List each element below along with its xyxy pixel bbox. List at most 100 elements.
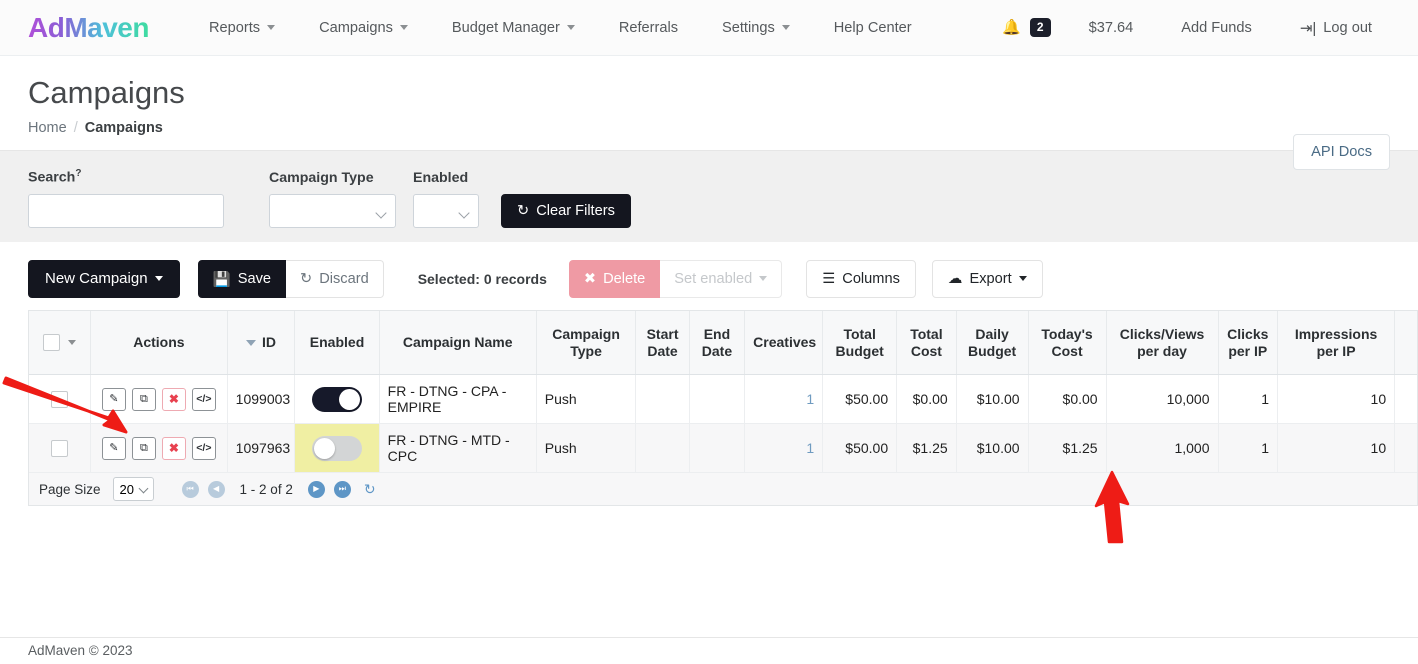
admaven-logo[interactable]: AdMaven [28, 12, 149, 44]
code-row-button[interactable]: </> [192, 388, 216, 411]
search-input[interactable] [28, 194, 224, 228]
first-page-button[interactable]: ⏮ [182, 481, 199, 498]
last-page-button[interactable]: ⏭ [334, 481, 351, 498]
chevron-down-icon[interactable] [68, 340, 76, 345]
header-enabled[interactable]: Enabled [295, 311, 379, 375]
export-button[interactable]: ☁ Export [932, 260, 1043, 298]
add-funds-button[interactable]: Add Funds [1157, 12, 1276, 44]
nav-item-budget-manager-label: Budget Manager [452, 20, 560, 36]
table-row[interactable]: ✎ ⧉ ✖ </> [29, 424, 1418, 473]
prev-page-button[interactable]: ◀ [208, 481, 225, 498]
nav-item-campaigns[interactable]: Campaigns [297, 12, 430, 44]
navbar-right: 🔔 2 $37.64 Add Funds ⇥| Log out [988, 11, 1396, 45]
next-page-button[interactable]: ▶ [308, 481, 325, 498]
nav-item-referrals[interactable]: Referrals [597, 12, 700, 44]
code-icon: </> [196, 443, 211, 454]
breadcrumb-separator: / [74, 120, 78, 136]
edit-row-button[interactable]: ✎ [102, 437, 126, 460]
new-campaign-button[interactable]: New Campaign [28, 260, 180, 298]
header-id-label: ID [262, 334, 276, 350]
nav-item-campaigns-label: Campaigns [319, 20, 393, 36]
prev-page-icon: ◀ [213, 485, 219, 493]
nav-item-help-center[interactable]: Help Center [812, 12, 934, 44]
set-enabled-button[interactable]: Set enabled [660, 260, 782, 298]
campaigns-grid: Actions ID Enabled Campaign Name Campaig… [28, 310, 1418, 474]
delete-row-button[interactable]: ✖ [162, 437, 186, 460]
creatives-link[interactable]: 1 [806, 391, 814, 407]
cell-start-date [636, 375, 689, 424]
header-total-budget[interactable]: Total Budget [823, 311, 897, 375]
save-discard-group: 💾 Save ↻ Discard [198, 260, 384, 298]
duplicate-row-button[interactable]: ⧉ [132, 388, 156, 411]
enabled-field-group: Enabled [413, 170, 479, 228]
page-size-select[interactable]: 20 [113, 477, 154, 501]
save-button[interactable]: 💾 Save [198, 260, 286, 298]
notifications-button[interactable]: 🔔 2 [988, 18, 1064, 37]
enabled-select[interactable] [413, 194, 479, 228]
grid-pager: Page Size 20 ⏮ ◀ 1 - 2 of 2 ▶ ⏭ ↻ [28, 473, 1418, 506]
campaign-type-select[interactable] [269, 194, 396, 228]
api-docs-button[interactable]: API Docs [1293, 134, 1390, 170]
nav-item-reports[interactable]: Reports [187, 12, 297, 44]
cell-total-budget: $50.00 [823, 375, 897, 424]
header-end-date[interactable]: End Date [689, 311, 744, 375]
header-total-cost[interactable]: Total Cost [897, 311, 957, 375]
cell-id: 1099003 [227, 375, 295, 424]
chevron-down-icon [567, 25, 575, 30]
header-todays-cost[interactable]: Today's Cost [1028, 311, 1106, 375]
header-creatives[interactable]: Creatives [745, 311, 823, 375]
row-select-checkbox[interactable] [51, 391, 68, 408]
header-clicks-views-per-day[interactable]: Clicks/Views per day [1106, 311, 1218, 375]
logout-button[interactable]: ⇥| Log out [1276, 11, 1396, 45]
header-impressions-per-ip[interactable]: Impressions per IP [1278, 311, 1395, 375]
nav-item-referrals-label: Referrals [619, 20, 678, 36]
page-size-label: Page Size [39, 482, 101, 497]
last-page-icon: ⏭ [339, 485, 346, 493]
columns-button[interactable]: ☰ Columns [806, 260, 916, 298]
save-label: Save [238, 271, 271, 287]
discard-button[interactable]: ↻ Discard [286, 260, 384, 298]
cell-creatives: 1 [745, 424, 823, 473]
refresh-grid-button[interactable]: ↻ [364, 482, 376, 496]
list-icon: ☰ [822, 270, 835, 287]
delete-row-button[interactable]: ✖ [162, 388, 186, 411]
header-campaign-type[interactable]: Campaign Type [536, 311, 636, 375]
cell-todays-cost: $0.00 [1028, 375, 1106, 424]
clear-filters-button[interactable]: ↻ Clear Filters [501, 194, 631, 228]
duplicate-row-button[interactable]: ⧉ [132, 437, 156, 460]
cell-daily-budget: $10.00 [956, 424, 1028, 473]
enabled-toggle[interactable] [312, 436, 362, 461]
chevron-down-icon [782, 25, 790, 30]
cell-campaign-type: Push [536, 424, 636, 473]
row-select-checkbox[interactable] [51, 440, 68, 457]
enabled-toggle[interactable] [312, 387, 362, 412]
page-title: Campaigns [28, 76, 1390, 110]
logout-label: Log out [1323, 20, 1372, 36]
cell-enabled [295, 375, 379, 424]
columns-label: Columns [842, 271, 900, 287]
delete-button[interactable]: ✖ Delete [569, 260, 660, 298]
edit-row-button[interactable]: ✎ [102, 388, 126, 411]
top-navbar: AdMaven Reports Campaigns Budget Manager… [0, 0, 1418, 56]
floppy-disk-icon: 💾 [213, 270, 231, 288]
creatives-link[interactable]: 1 [806, 440, 814, 456]
header-clicks-per-ip[interactable]: Clicks per IP [1218, 311, 1278, 375]
refresh-icon: ↻ [364, 481, 376, 497]
nav-item-budget-manager[interactable]: Budget Manager [430, 12, 597, 44]
code-row-button[interactable]: </> [192, 437, 216, 460]
footer-text: AdMaven © 2023 [28, 643, 133, 658]
header-id[interactable]: ID [227, 311, 295, 375]
row-select-cell [29, 375, 91, 424]
cell-creatives: 1 [745, 375, 823, 424]
main-nav: Reports Campaigns Budget Manager Referra… [187, 12, 934, 44]
cell-daily-budget: $10.00 [956, 375, 1028, 424]
header-daily-budget[interactable]: Daily Budget [956, 311, 1028, 375]
select-all-checkbox[interactable] [43, 334, 60, 351]
copy-icon: ⧉ [140, 443, 148, 454]
header-start-date[interactable]: Start Date [636, 311, 689, 375]
nav-item-settings[interactable]: Settings [700, 12, 812, 44]
breadcrumb-home[interactable]: Home [28, 120, 67, 136]
table-row[interactable]: ✎ ⧉ ✖ </> [29, 375, 1418, 424]
help-marker-icon[interactable]: ? [75, 168, 81, 179]
header-campaign-name[interactable]: Campaign Name [379, 311, 536, 375]
